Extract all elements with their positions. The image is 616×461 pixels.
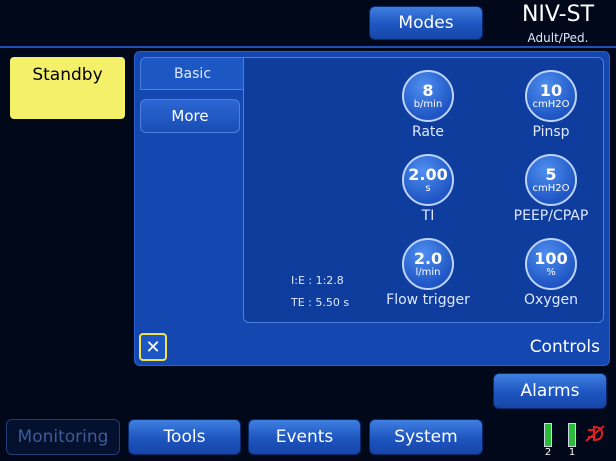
mode-title: NIV-ST (521, 2, 595, 27)
peep-label: PEEP/CPAP (513, 208, 589, 224)
rate-knob[interactable]: 8 b/min (402, 70, 454, 122)
ti-unit: s (425, 183, 431, 194)
flow-trigger-knob[interactable]: 2.0 l/min (402, 238, 454, 290)
battery-1-icon (568, 423, 576, 447)
peep-value: 5 (545, 165, 557, 184)
battery-2-icon (544, 423, 552, 447)
events-button[interactable]: Events (248, 419, 361, 455)
ti-value: 2.00 (408, 165, 448, 184)
ti-knob[interactable]: 2.00 s (402, 154, 454, 206)
standby-button[interactable]: Standby (10, 57, 125, 119)
controls-title: Controls (529, 337, 600, 357)
alarms-button[interactable]: Alarms (493, 373, 607, 409)
monitoring-button[interactable]: Monitoring (6, 419, 120, 455)
flow-trigger-value: 2.0 (413, 249, 443, 268)
peep-unit: cmH2O (532, 183, 570, 194)
rate-label: Rate (411, 124, 445, 140)
battery-2-label: 2 (544, 447, 552, 458)
modes-button[interactable]: Modes (369, 6, 483, 40)
peep-knob[interactable]: 5 cmH2O (525, 154, 577, 206)
pinsp-value: 10 (539, 81, 563, 100)
system-button[interactable]: System (369, 419, 483, 455)
tools-button[interactable]: Tools (128, 419, 241, 455)
rate-value: 8 (422, 81, 434, 100)
te-value: TE : 5.50 s (291, 296, 350, 309)
battery-1-label: 1 (568, 447, 576, 458)
oxygen-unit: % (546, 267, 556, 278)
flow-trigger-unit: l/min (415, 267, 441, 278)
oxygen-value: 100 (534, 249, 568, 268)
patient-type: Adult/Ped. (527, 31, 589, 45)
power-disconnected-icon (585, 425, 605, 442)
oxygen-label: Oxygen (524, 292, 578, 308)
pinsp-knob[interactable]: 10 cmH2O (525, 70, 577, 122)
pinsp-unit: cmH2O (532, 99, 570, 110)
rate-unit: b/min (413, 99, 443, 110)
ie-ratio: I:E : 1:2.8 (291, 274, 344, 287)
flow-trigger-label: Flow trigger (386, 292, 470, 308)
tab-more[interactable]: More (140, 99, 240, 133)
oxygen-knob[interactable]: 100 % (525, 238, 577, 290)
close-icon: ✕ (145, 336, 161, 358)
ti-label: TI (421, 208, 435, 224)
pinsp-label: Pinsp (532, 124, 570, 140)
header-divider (0, 46, 616, 48)
tab-basic[interactable]: Basic (140, 57, 244, 90)
close-panel-button[interactable]: ✕ (139, 333, 167, 361)
